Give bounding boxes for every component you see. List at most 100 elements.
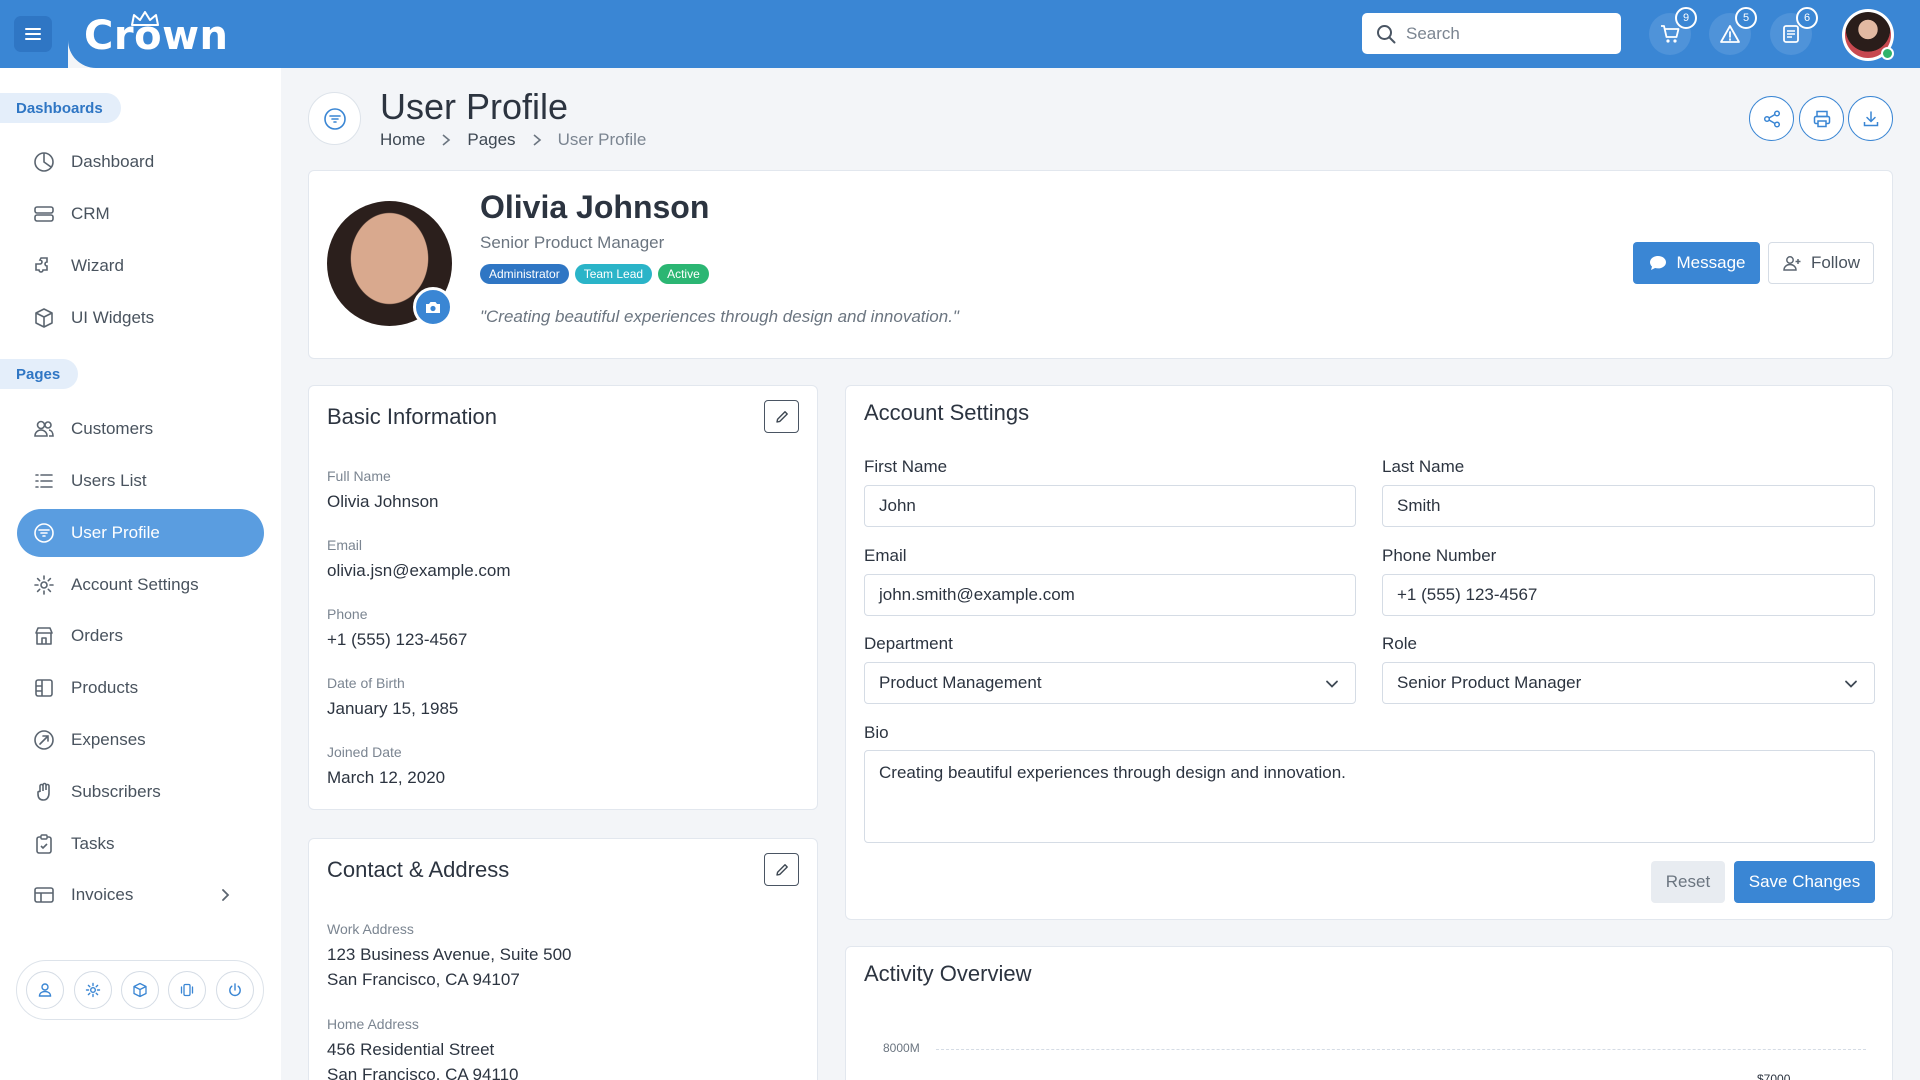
sidebar-item-crm[interactable]: CRM [17, 190, 264, 238]
bio-textarea[interactable]: Creating beautiful experiences through d… [864, 750, 1875, 843]
vibrate-shortcut-button[interactable] [168, 971, 207, 1009]
chevron-down-icon [1326, 680, 1338, 688]
warning-icon [1720, 25, 1740, 43]
logout-button[interactable] [215, 971, 254, 1009]
top-bar: Crown Search 9 5 6 [0, 0, 1920, 68]
alerts-button[interactable]: 5 [1709, 7, 1757, 55]
section-label-dashboards: Dashboards [0, 93, 121, 123]
sidebar-item-label: Expenses [71, 730, 146, 749]
badge-team-lead: Team Lead [574, 264, 653, 284]
department-select[interactable]: Product Management [864, 662, 1356, 704]
server-icon [34, 206, 54, 222]
breadcrumb-home[interactable]: Home [380, 130, 425, 150]
profile-name: Olivia Johnson [480, 189, 710, 225]
role-selected-value: Senior Product Manager [1397, 673, 1582, 692]
sidebar-item-subscribers[interactable]: Subscribers [17, 768, 264, 816]
sidebar-item-products[interactable]: Products [17, 664, 264, 712]
reset-button[interactable]: Reset [1651, 861, 1725, 903]
clipboard-check-icon [36, 834, 52, 854]
profile-role: Senior Product Manager [480, 233, 665, 252]
sidebar-item-tasks[interactable]: Tasks [17, 820, 264, 868]
basic-info-card: Basic Information Full Name Olivia Johns… [308, 385, 818, 810]
trend-circle-icon [34, 730, 54, 750]
save-changes-button[interactable]: Save Changes [1734, 861, 1875, 903]
breadcrumb-pages[interactable]: Pages [467, 130, 515, 150]
sidebar-item-account-settings[interactable]: Account Settings [17, 561, 264, 609]
activity-title: Activity Overview [864, 961, 1032, 986]
sidebar-item-ui-widgets[interactable]: UI Widgets [17, 294, 264, 342]
printer-icon [1813, 110, 1830, 127]
change-photo-button[interactable] [413, 287, 453, 327]
email-field-label: Email [864, 546, 907, 565]
print-button[interactable] [1799, 96, 1844, 141]
email-field[interactable]: john.smith@example.com [864, 574, 1356, 616]
chevron-down-icon [1845, 680, 1857, 688]
badge-active: Active [658, 264, 709, 284]
sidebar-item-label: Subscribers [71, 782, 161, 801]
share-icon [1763, 109, 1780, 128]
sidebar-item-label: Customers [71, 419, 154, 438]
sidebar-item-orders[interactable]: Orders [17, 612, 264, 660]
chat-icon [1649, 256, 1666, 270]
joined-date-label: Joined Date [327, 744, 402, 760]
table-icon [34, 887, 54, 903]
contact-title: Contact & Address [327, 857, 510, 882]
follow-button[interactable]: Follow [1768, 242, 1874, 284]
filter-circle-icon [323, 107, 346, 130]
sidebar-item-invoices[interactable]: Invoices [17, 871, 264, 919]
work-address-line2: San Francisco, CA 94107 [327, 970, 520, 989]
download-button[interactable] [1848, 96, 1893, 141]
edit-contact-button[interactable] [764, 853, 799, 886]
sidebar-item-label: User Profile [71, 523, 160, 542]
users-icon [34, 420, 54, 437]
profile-shortcut-button[interactable] [26, 971, 65, 1009]
phone-field[interactable]: +1 (555) 123-4567 [1382, 574, 1875, 616]
share-button[interactable] [1749, 96, 1794, 141]
puzzle-icon [35, 257, 48, 273]
settings-shortcut-button[interactable] [73, 971, 112, 1009]
gear-icon [34, 575, 54, 595]
search-icon [1377, 24, 1396, 43]
role-label: Role [1382, 634, 1417, 653]
role-select[interactable]: Senior Product Manager [1382, 662, 1875, 704]
department-selected-value: Product Management [879, 673, 1042, 692]
camera-icon [426, 302, 440, 313]
search-input[interactable]: Search [1362, 13, 1621, 54]
full-name-label: Full Name [327, 468, 391, 484]
home-address-line2: San Francisco, CA 94110 [327, 1065, 519, 1080]
message-button-label: Message [1676, 253, 1746, 272]
cart-button[interactable]: 9 [1649, 7, 1697, 55]
logo-text[interactable]: Crown [84, 13, 229, 59]
department-label: Department [864, 634, 953, 653]
sidebar-item-label: CRM [71, 204, 110, 223]
user-icon [39, 983, 52, 997]
sidebar-item-label: Products [71, 678, 139, 697]
last-name-label: Last Name [1382, 457, 1465, 476]
last-name-field[interactable]: Smith [1382, 485, 1875, 527]
first-name-label: First Name [864, 457, 948, 476]
activity-data-label: $7000 [1753, 1072, 1795, 1080]
sidebar-item-customers[interactable]: Customers [17, 405, 264, 453]
sidebar-item-users-list[interactable]: Users List [17, 457, 264, 505]
follow-button-label: Follow [1810, 253, 1861, 272]
sidebar-item-user-profile[interactable]: User Profile [17, 509, 264, 557]
edit-basic-info-button[interactable] [764, 400, 799, 433]
first-name-field[interactable]: John [864, 485, 1356, 527]
sidebar-item-label: Dashboard [71, 152, 155, 171]
section-label-pages: Pages [0, 359, 79, 389]
messages-button[interactable]: 6 [1770, 7, 1818, 55]
sidebar-item-wizard[interactable]: Wizard [17, 242, 264, 290]
columns-icon [35, 679, 53, 697]
alerts-badge: 5 [1735, 7, 1757, 29]
widgets-shortcut-button[interactable] [120, 971, 159, 1009]
message-button[interactable]: Message [1633, 242, 1760, 284]
sidebar-item-expenses[interactable]: Expenses [17, 716, 264, 764]
chevron-right-icon [442, 134, 451, 146]
activity-gridline [936, 1049, 1866, 1050]
pencil-icon [775, 863, 788, 876]
user-avatar[interactable] [1842, 9, 1894, 61]
page-filter-button[interactable] [308, 92, 361, 145]
phone-field-label: Phone Number [1382, 546, 1497, 565]
sidebar-item-dashboard[interactable]: Dashboard [17, 138, 264, 186]
menu-toggle-button[interactable] [14, 16, 52, 52]
